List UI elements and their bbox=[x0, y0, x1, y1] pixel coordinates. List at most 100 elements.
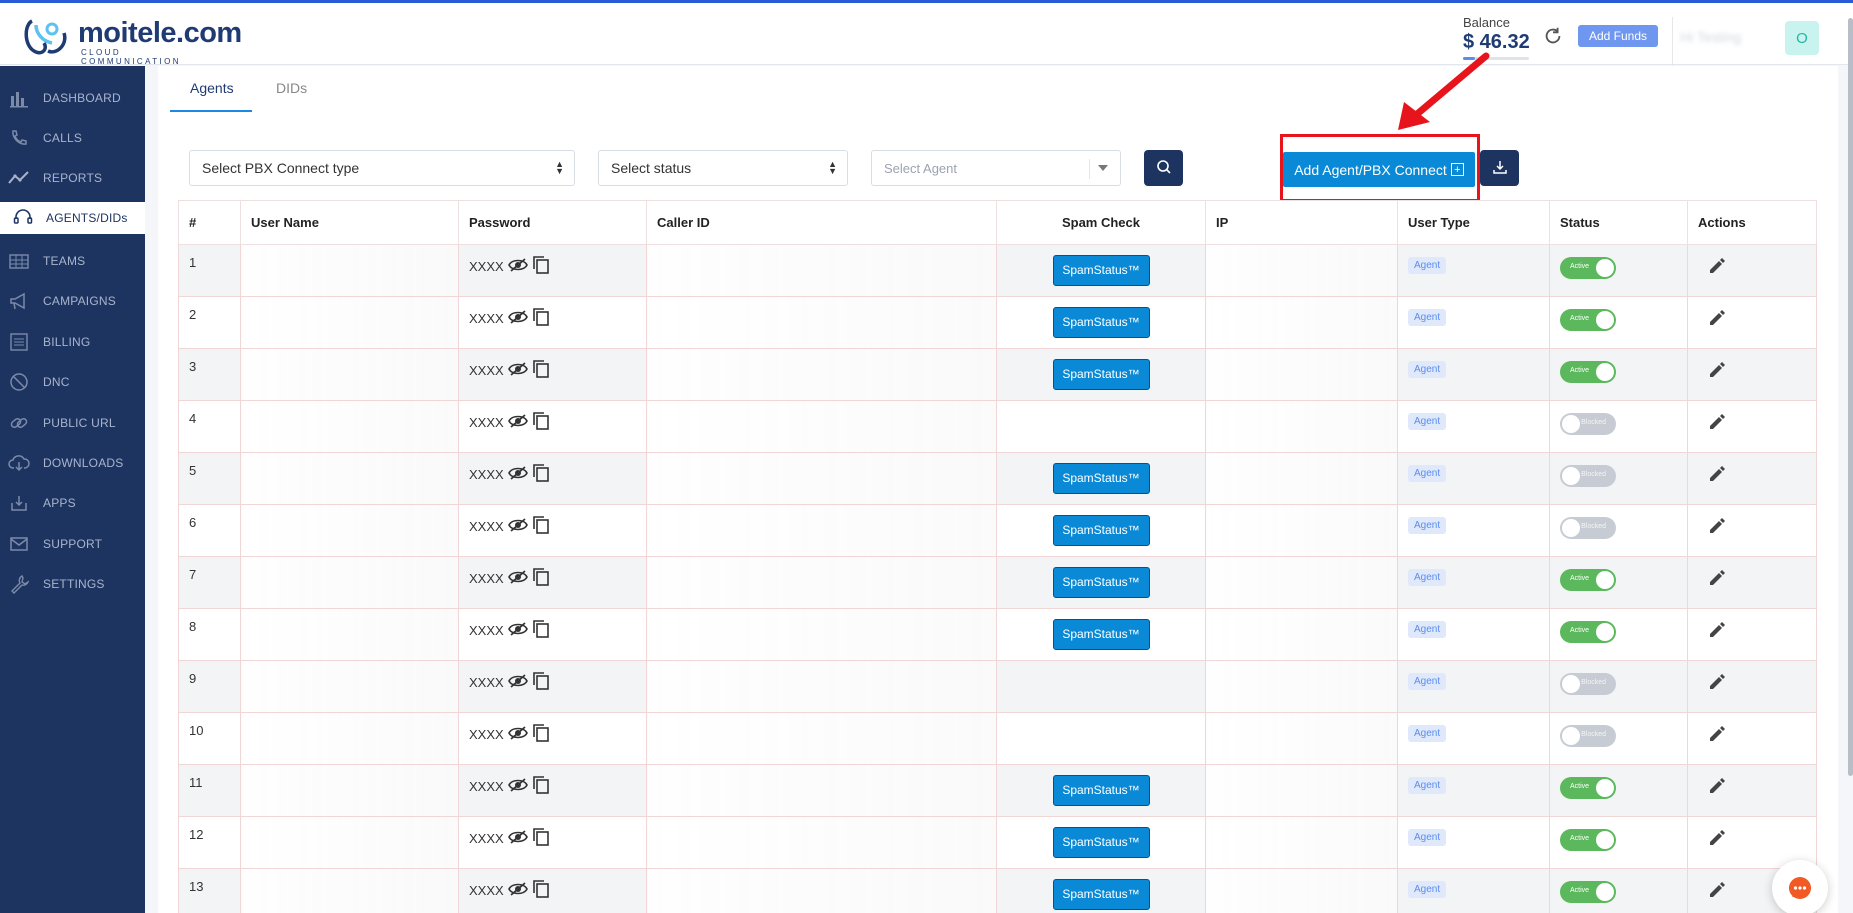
eye-off-icon[interactable] bbox=[507, 829, 528, 848]
page-scrollbar[interactable] bbox=[1848, 18, 1853, 776]
copy-icon[interactable] bbox=[532, 671, 550, 694]
chat-widget-button[interactable] bbox=[1772, 860, 1828, 913]
copy-icon[interactable] bbox=[532, 463, 550, 486]
status-select[interactable]: Select status ▲ ▼ bbox=[598, 150, 848, 186]
edit-icon[interactable] bbox=[1708, 309, 1726, 330]
copy-icon[interactable] bbox=[532, 723, 550, 746]
edit-icon[interactable] bbox=[1708, 517, 1726, 538]
status-toggle[interactable]: Active bbox=[1560, 829, 1616, 851]
status-toggle[interactable]: Blocked bbox=[1560, 673, 1616, 695]
spam-status-button[interactable]: SpamStatus™ bbox=[1052, 359, 1150, 390]
copy-icon[interactable] bbox=[532, 307, 550, 330]
column-header-user-name[interactable]: User Name bbox=[240, 200, 459, 245]
copy-icon[interactable] bbox=[532, 359, 550, 382]
spam-status-button[interactable]: SpamStatus™ bbox=[1052, 463, 1150, 494]
copy-icon[interactable] bbox=[532, 255, 550, 278]
copy-icon[interactable] bbox=[532, 515, 550, 538]
eye-off-icon[interactable] bbox=[507, 881, 528, 900]
column-header-password[interactable]: Password bbox=[458, 200, 647, 245]
copy-icon[interactable] bbox=[532, 775, 550, 798]
edit-icon[interactable] bbox=[1708, 725, 1726, 746]
copy-icon[interactable] bbox=[532, 827, 550, 850]
status-toggle[interactable]: Active bbox=[1560, 309, 1616, 331]
sidebar-item-downloads[interactable]: DOWNLOADS bbox=[0, 444, 145, 482]
column-header-user-type[interactable]: User Type bbox=[1397, 200, 1550, 245]
sidebar-item-teams[interactable]: TEAMS bbox=[0, 242, 145, 280]
eye-off-icon[interactable] bbox=[507, 361, 528, 380]
ip-cell bbox=[1205, 452, 1398, 505]
status-toggle[interactable]: Active bbox=[1560, 881, 1616, 903]
column-header-status[interactable]: Status bbox=[1549, 200, 1688, 245]
column-header-number[interactable]: # bbox=[178, 200, 241, 245]
sidebar-item-reports[interactable]: REPORTS bbox=[0, 159, 145, 197]
eye-off-icon[interactable] bbox=[507, 777, 528, 796]
sidebar-item-billing[interactable]: BILLING bbox=[0, 323, 145, 361]
search-button[interactable] bbox=[1144, 150, 1183, 186]
spam-status-button[interactable]: SpamStatus™ bbox=[1052, 619, 1150, 650]
eye-off-icon[interactable] bbox=[507, 309, 528, 328]
status-toggle[interactable]: Blocked bbox=[1560, 725, 1616, 747]
copy-icon[interactable] bbox=[532, 411, 550, 434]
status-toggle[interactable]: Active bbox=[1560, 361, 1616, 383]
pbx-type-select[interactable]: Select PBX Connect type ▲ ▼ bbox=[189, 150, 575, 186]
copy-icon[interactable] bbox=[532, 879, 550, 902]
status-toggle[interactable]: Active bbox=[1560, 777, 1616, 799]
eye-off-icon[interactable] bbox=[507, 621, 528, 640]
edit-icon[interactable] bbox=[1708, 777, 1726, 798]
brand-logo[interactable]: moitele.com CLOUD COMMUNICATION bbox=[22, 15, 242, 66]
edit-icon[interactable] bbox=[1708, 413, 1726, 434]
sidebar-item-public-url[interactable]: PUBLIC URL bbox=[0, 404, 145, 442]
sidebar-item-campaigns[interactable]: CAMPAIGNS bbox=[0, 282, 145, 320]
tab-agents[interactable]: Agents bbox=[190, 80, 234, 110]
status-toggle[interactable]: Active bbox=[1560, 257, 1616, 279]
eye-off-icon[interactable] bbox=[507, 257, 528, 276]
edit-icon[interactable] bbox=[1708, 673, 1726, 694]
add-funds-button[interactable]: Add Funds bbox=[1578, 25, 1658, 47]
edit-icon[interactable] bbox=[1708, 881, 1726, 902]
edit-icon[interactable] bbox=[1708, 621, 1726, 642]
avatar[interactable]: O bbox=[1785, 21, 1819, 55]
eye-off-icon[interactable] bbox=[507, 517, 528, 536]
status-toggle[interactable]: Blocked bbox=[1560, 517, 1616, 539]
edit-icon[interactable] bbox=[1708, 569, 1726, 590]
copy-icon[interactable] bbox=[532, 619, 550, 642]
spam-status-button[interactable]: SpamStatus™ bbox=[1052, 255, 1150, 286]
spam-status-button[interactable]: SpamStatus™ bbox=[1052, 775, 1150, 806]
eye-off-icon[interactable] bbox=[507, 673, 528, 692]
copy-icon[interactable] bbox=[532, 567, 550, 590]
eye-off-icon[interactable] bbox=[507, 465, 528, 484]
spam-status-button[interactable]: SpamStatus™ bbox=[1052, 567, 1150, 598]
spam-status-button[interactable]: SpamStatus™ bbox=[1052, 307, 1150, 338]
agent-select[interactable]: Select Agent bbox=[871, 150, 1121, 186]
column-header-actions[interactable]: Actions bbox=[1687, 200, 1817, 245]
edit-icon[interactable] bbox=[1708, 257, 1726, 278]
sidebar-item-support[interactable]: SUPPORT bbox=[0, 525, 145, 563]
status-toggle[interactable]: Blocked bbox=[1560, 465, 1616, 487]
tab-dids[interactable]: DIDs bbox=[276, 80, 307, 110]
sidebar-item-settings[interactable]: SETTINGS bbox=[0, 565, 145, 603]
edit-icon[interactable] bbox=[1708, 361, 1726, 382]
sidebar-item-agents-dids[interactable]: AGENTS/DIDs bbox=[0, 202, 145, 234]
sidebar-item-dashboard[interactable]: DASHBOARD bbox=[0, 79, 145, 117]
download-button[interactable] bbox=[1480, 150, 1519, 186]
sidebar-item-dnc[interactable]: DNC bbox=[0, 363, 145, 401]
password-value: XXXX bbox=[469, 883, 504, 898]
sidebar-item-calls[interactable]: CALLS bbox=[0, 119, 145, 157]
edit-icon[interactable] bbox=[1708, 829, 1726, 850]
spam-status-button[interactable]: SpamStatus™ bbox=[1052, 879, 1150, 910]
column-header-spam-check[interactable]: Spam Check bbox=[996, 200, 1206, 245]
column-header-ip[interactable]: IP bbox=[1205, 200, 1398, 245]
eye-off-icon[interactable] bbox=[507, 413, 528, 432]
eye-off-icon[interactable] bbox=[507, 569, 528, 588]
add-agent-button[interactable]: Add Agent/PBX Connect + bbox=[1283, 152, 1475, 187]
status-toggle[interactable]: Active bbox=[1560, 621, 1616, 643]
eye-off-icon[interactable] bbox=[507, 725, 528, 744]
edit-icon[interactable] bbox=[1708, 465, 1726, 486]
column-header-caller-id[interactable]: Caller ID bbox=[646, 200, 997, 245]
status-toggle[interactable]: Active bbox=[1560, 569, 1616, 591]
status-toggle[interactable]: Blocked bbox=[1560, 413, 1616, 435]
spam-status-button[interactable]: SpamStatus™ bbox=[1052, 827, 1150, 858]
refresh-icon[interactable] bbox=[1542, 25, 1564, 47]
spam-status-button[interactable]: SpamStatus™ bbox=[1052, 515, 1150, 546]
sidebar-item-apps[interactable]: APPS bbox=[0, 484, 145, 522]
